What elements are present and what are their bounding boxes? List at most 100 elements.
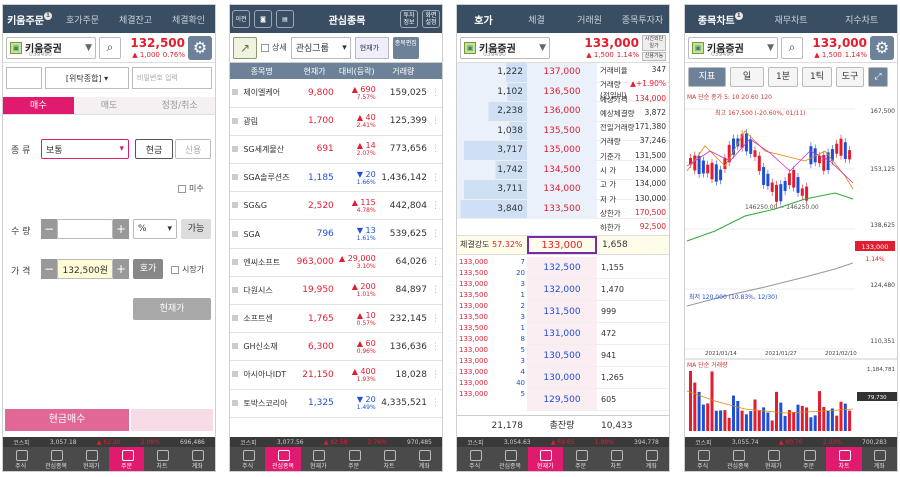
stock-select[interactable]: ▣ 키움증권 039490 ▼ (6, 36, 96, 59)
bid-row[interactable]: 132,000 1,470 (527, 279, 669, 301)
stock-name[interactable]: SGA솔루션즈 (241, 163, 294, 193)
tab-hoga[interactable]: 호가 (457, 12, 510, 27)
table-row[interactable]: 엔씨소프트 963,000 ▲ 29,000 3.10% 64,026 ⋮ (230, 248, 442, 277)
bid-row[interactable]: 129,500 605 (527, 389, 669, 411)
nav-item[interactable]: 관심종목 (492, 447, 527, 471)
table-row[interactable]: SGA 796 ▼ 13 1.61% 539,625 ⋮ (230, 219, 442, 249)
stock-name[interactable]: SGA (241, 219, 294, 249)
nav-item[interactable]: 현재가 (74, 447, 109, 471)
row-menu-icon[interactable]: ⋮ (429, 332, 442, 362)
row-menu-icon[interactable]: ⋮ (429, 248, 442, 277)
table-row[interactable]: 아시아나IDT 21,150 ▲ 400 1.93% 18,028 ⋮ (230, 360, 442, 390)
credit-button[interactable]: 신용기능 (642, 51, 666, 61)
stock-name[interactable]: GH신소재 (241, 332, 294, 362)
nav-item[interactable]: 계좌 (407, 447, 442, 471)
screen-settings-button[interactable]: 화면설정 (422, 10, 440, 28)
nav-item[interactable]: 주문 (336, 447, 371, 471)
secondary-order-button[interactable] (131, 409, 213, 431)
row-menu-icon[interactable]: ⋮ (429, 304, 442, 334)
tab-sell[interactable]: 매도 (73, 97, 145, 114)
stock-select[interactable]: ▣ 키움증권 039490 ▼ (688, 36, 778, 59)
row-menu-icon[interactable]: ⋮ (429, 163, 442, 193)
row-menu-icon[interactable]: ⋮ (429, 389, 442, 418)
stock-info-icon[interactable]: ▤ (276, 10, 294, 28)
order-type-select[interactable]: 보통 ▾ (41, 139, 129, 159)
nav-item[interactable]: 주식 (3, 447, 38, 471)
nav-item[interactable]: 관심종목 (265, 447, 301, 471)
credit-button[interactable]: 신용 (175, 139, 211, 159)
nav-item[interactable]: 주문 (108, 447, 145, 471)
table-row[interactable]: 광림 1,700 ▲ 40 2.41% 125,399 ⋮ (230, 107, 442, 136)
tools-button[interactable]: 도구 (836, 67, 864, 87)
prev-button[interactable]: 이전 (232, 10, 250, 28)
table-row[interactable]: SGA솔루션즈 1,185 ▼ 20 1.66% 1,436,142 ⋮ (230, 163, 442, 193)
bid-row[interactable]: 131,500 999 (527, 301, 669, 323)
table-row[interactable]: 제이엘케어 9,800 ▲ 690 7.57% 159,025 ⋮ (230, 79, 442, 108)
period-tick-select[interactable]: 1틱 (802, 67, 832, 87)
period-day-select[interactable]: 일 (730, 67, 764, 87)
current-price-button[interactable]: 현재가 (133, 298, 211, 320)
nav-item[interactable]: 차트 (371, 447, 406, 471)
nav-item[interactable]: 차트 (144, 447, 179, 471)
price-mode-select[interactable]: 현재가 (354, 36, 389, 59)
after-hours-button[interactable]: 시간외단일가 (642, 34, 666, 51)
nav-item[interactable]: 현재가 (527, 447, 563, 471)
nav-item[interactable]: 주식 (230, 447, 265, 471)
nav-item[interactable]: 차트 (598, 447, 633, 471)
camera-icon[interactable]: ◙ (254, 10, 272, 28)
bid-row[interactable]: 130,000 1,265 (527, 367, 669, 389)
misu-checkbox[interactable]: 미수 (178, 183, 204, 194)
price-chart[interactable]: MA 단순 종가 5: 10 20 60 120 167,500 153,125 13… (685, 91, 897, 436)
available-qty-button[interactable]: 가능 (181, 219, 211, 239)
bid-row[interactable]: 130,500 941 (527, 345, 669, 367)
account-number[interactable] (6, 67, 42, 89)
bid-row[interactable]: 132,500 1,155 (527, 257, 669, 279)
market-price-checkbox[interactable]: 시장가 (171, 264, 204, 275)
stock-name[interactable]: 제이엘케어 (241, 79, 294, 108)
tab-investors[interactable]: 종목투자자 (616, 13, 669, 26)
row-menu-icon[interactable]: ⋮ (429, 107, 442, 136)
group-select[interactable]: 관심그룹 ▾ (290, 36, 351, 59)
tab-stock-chart[interactable]: 종목차트1 (685, 11, 756, 27)
stock-select[interactable]: ▣ 키움증권 039490 ▼ (460, 36, 550, 59)
qty-minus-button[interactable]: − (41, 219, 57, 239)
price-minus-button[interactable]: − (41, 259, 57, 279)
current-price-cell[interactable]: 133,000 (527, 236, 597, 254)
nav-item[interactable]: 현재가 (301, 447, 336, 471)
nav-item[interactable]: 주식 (457, 447, 492, 471)
stock-name[interactable]: 다원시스 (241, 276, 294, 306)
tab-modify[interactable]: 정정/취소 (144, 97, 215, 114)
stock-name[interactable]: 토박스코리아 (241, 389, 294, 418)
row-menu-icon[interactable]: ⋮ (429, 135, 442, 165)
cash-button[interactable]: 현금 (135, 139, 173, 159)
stock-name[interactable]: 엔씨소프트 (241, 248, 294, 277)
nav-item[interactable]: 현재가 (756, 447, 791, 471)
edit-stocks-button[interactable]: 종목편집 (392, 36, 419, 59)
price-input[interactable]: 132,500원 (57, 259, 113, 279)
table-row[interactable]: GH신소재 6,300 ▲ 60 0.96% 136,636 ⋮ (230, 332, 442, 362)
table-row[interactable]: 소프트센 1,765 ▲ 10 0.57% 232,145 ⋮ (230, 304, 442, 334)
tab-buy[interactable]: 매수 (3, 97, 74, 114)
stock-name[interactable]: 광림 (241, 107, 294, 136)
stock-name[interactable]: SG세계물산 (241, 135, 294, 165)
table-row[interactable]: 토박스코리아 1,325 ▼ 20 1.49% 4,335,521 ⋮ (230, 389, 442, 418)
cash-buy-button[interactable]: 현금매수 (5, 409, 129, 431)
search-icon[interactable]: ⌕ (99, 36, 121, 59)
tab-finance-chart[interactable]: 재무차트 (756, 13, 827, 26)
row-menu-icon[interactable]: ⋮ (429, 219, 442, 249)
gear-icon[interactable]: ⚙ (870, 35, 894, 60)
tab-confirm[interactable]: 체결확인 (162, 13, 215, 26)
gear-icon[interactable]: ⚙ (188, 35, 212, 60)
price-plus-button[interactable]: + (113, 259, 129, 279)
stock-name[interactable]: SG&G (241, 191, 294, 221)
nav-item[interactable]: 관심종목 (38, 447, 73, 471)
qty-plus-button[interactable]: + (113, 219, 129, 239)
password-input[interactable]: 비밀번호 입력 (132, 67, 212, 89)
expand-icon[interactable]: ⤢ (868, 67, 888, 87)
search-icon[interactable]: ⌕ (781, 36, 803, 59)
tab-brokers[interactable]: 거래원 (563, 13, 616, 26)
stock-name[interactable]: 아시아나IDT (241, 360, 294, 390)
nav-item[interactable]: 계좌 (180, 447, 215, 471)
nav-item[interactable]: 주식 (685, 447, 720, 471)
invest-info-button[interactable]: 투자정보 (400, 10, 418, 28)
